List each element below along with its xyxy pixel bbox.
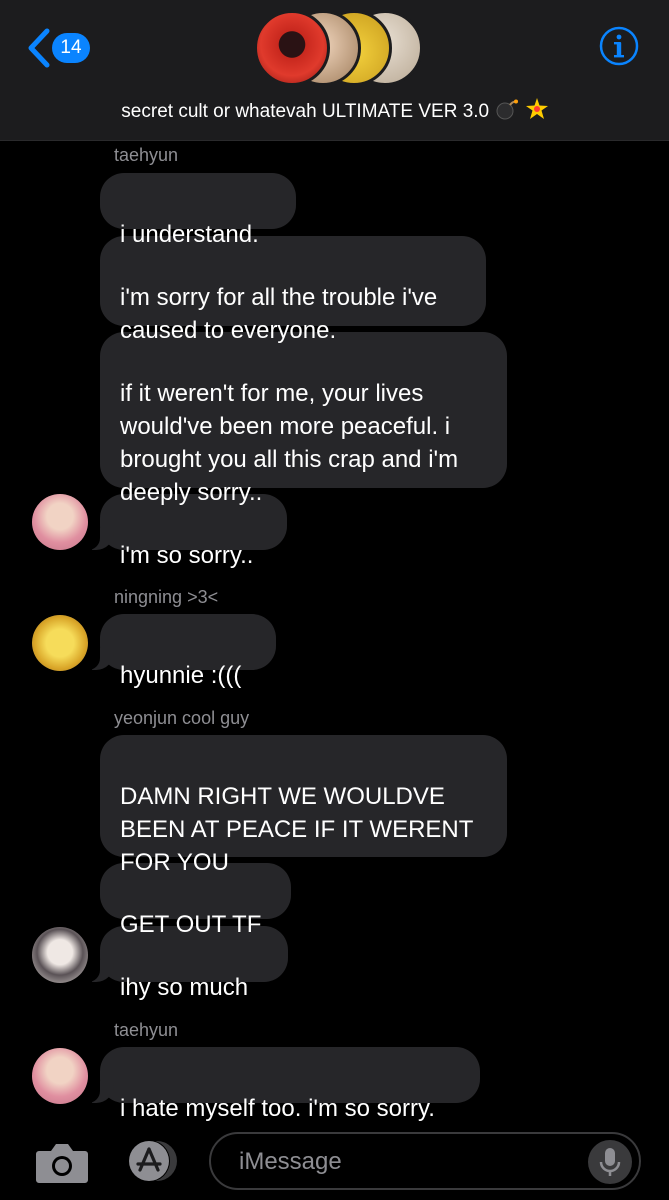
sender-name: taehyun: [114, 145, 179, 165]
group-avatars[interactable]: [252, 10, 423, 86]
camera-icon: [36, 1144, 88, 1183]
chevron-left-icon: [28, 28, 50, 68]
app-store-icon: [128, 1140, 177, 1182]
avatar[interactable]: [32, 494, 88, 550]
info-icon: [599, 26, 639, 66]
message-text: i understand.: [120, 221, 259, 248]
info-button[interactable]: [599, 26, 639, 66]
group-avatar-1: [254, 10, 330, 86]
message-text: i'm so sorry..: [120, 542, 254, 569]
app-store-button[interactable]: [121, 1139, 183, 1183]
message-text: if it weren't for me, your lives would'v…: [120, 380, 459, 506]
message-bubble[interactable]: i'm sorry for all the trouble i've cause…: [100, 236, 486, 344]
bomb-emoji: [496, 99, 519, 120]
chat-title-text: secret cult or whatevah ULTIMATE VER 3.0: [121, 101, 490, 122]
message-input[interactable]: [237, 1134, 571, 1190]
sender-name: taehyun: [114, 1020, 179, 1040]
microphone-button[interactable]: [588, 1140, 632, 1184]
sender-name: yeonjun cool guy: [114, 708, 250, 728]
message-text: hyunnie :(((: [120, 662, 242, 689]
compose-bar: [0, 1125, 669, 1200]
avatar[interactable]: [32, 927, 88, 983]
camera-button[interactable]: [35, 1139, 89, 1185]
sender-name: ningning >3<: [114, 587, 219, 607]
message-bubble[interactable]: i understand.: [100, 173, 296, 248]
conversation-header: 14 secret cult or whatevah ULTIMATE VER …: [0, 0, 669, 141]
microphone-icon: [599, 1148, 621, 1176]
message-bubble[interactable]: if it weren't for me, your lives would'v…: [100, 332, 507, 506]
message-text: DAMN RIGHT WE WOULDVE BEEN AT PEACE IF I…: [120, 783, 474, 876]
avatar[interactable]: [32, 1048, 88, 1104]
message-bubble[interactable]: DAMN RIGHT WE WOULDVE BEEN AT PEACE IF I…: [100, 735, 507, 876]
sparkle-emoji: [525, 98, 548, 119]
message-text: ihy so much: [120, 974, 249, 1001]
message-input-field[interactable]: [209, 1132, 641, 1190]
chat-title[interactable]: secret cult or whatevah ULTIMATE VER 3.0: [0, 98, 669, 123]
message-text: GET OUT TF: [120, 911, 262, 938]
unread-count-badge: 14: [52, 33, 90, 63]
message-text: i hate myself too. i'm so sorry.: [120, 1095, 435, 1122]
back-button[interactable]: 14: [26, 28, 96, 68]
message-bubble[interactable]: i hate myself too. i'm so sorry.: [86, 1047, 480, 1122]
message-bubble[interactable]: hyunnie :(((: [86, 614, 276, 689]
avatar[interactable]: [32, 615, 88, 671]
